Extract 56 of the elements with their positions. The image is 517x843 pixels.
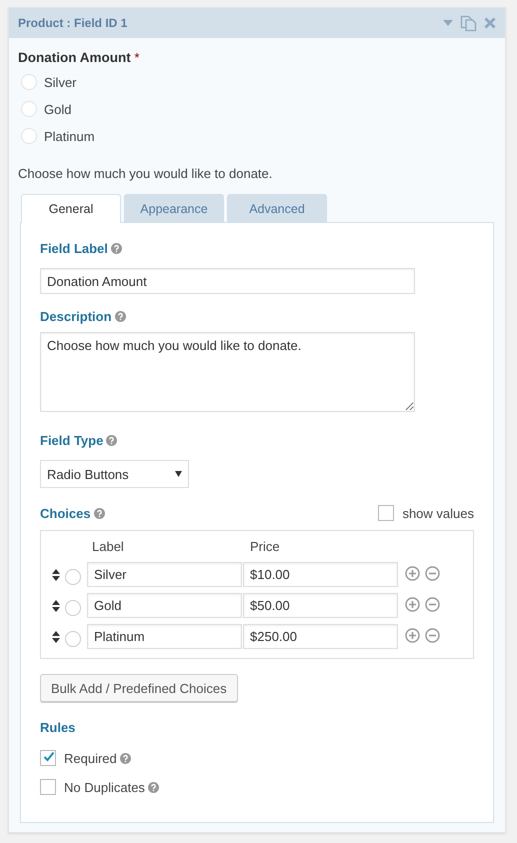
help-icon[interactable] [120, 752, 131, 764]
text-area[interactable]: Choose how much you would like to donate. [40, 332, 415, 412]
section-label: Field Label [40, 241, 108, 256]
field-title: Donation Amount [18, 50, 131, 65]
caret-down-icon[interactable] [443, 20, 453, 26]
section-label: Rules [40, 720, 76, 735]
checkbox-label: show values [402, 506, 474, 520]
sort-icon[interactable] [52, 630, 60, 642]
price-field[interactable]: $10.00 [243, 562, 398, 587]
tab[interactable]: General [21, 194, 121, 223]
column-header: Label [92, 538, 125, 554]
help-icon[interactable] [106, 435, 118, 446]
panel-title: Product : Field ID 1 [18, 16, 128, 30]
sort-icon[interactable] [52, 568, 60, 580]
help-icon[interactable] [148, 782, 159, 792]
checkbox[interactable] [40, 750, 56, 766]
select-field[interactable]: Radio Buttons [40, 460, 189, 488]
checkbox[interactable] [40, 779, 56, 795]
option-label: Platinum [44, 128, 95, 144]
remove-icon[interactable] [425, 628, 440, 643]
radio-button[interactable] [65, 568, 81, 584]
radio-button[interactable] [21, 128, 37, 144]
add-icon[interactable] [405, 597, 420, 612]
copy-icon[interactable] [460, 14, 477, 32]
radio-button[interactable] [65, 600, 81, 616]
checkbox-label: No Duplicates [64, 780, 145, 794]
checkbox[interactable] [378, 505, 394, 521]
price-field[interactable]: $50.00 [243, 593, 398, 618]
close-icon[interactable] [484, 17, 496, 29]
remove-icon[interactable] [425, 597, 440, 612]
option-label: Gold [44, 102, 72, 116]
radio-button[interactable] [65, 630, 81, 646]
radio-button[interactable] [21, 101, 37, 117]
remove-icon[interactable] [425, 566, 440, 581]
price-field[interactable]: $250.00 [243, 624, 398, 649]
sort-icon[interactable] [52, 600, 60, 612]
radio-button[interactable] [21, 74, 37, 90]
choice-label-field[interactable]: Silver [87, 562, 242, 587]
help-icon[interactable] [110, 243, 122, 254]
section-label: Field Type [40, 433, 104, 448]
required-mark: * [134, 50, 140, 65]
help-icon[interactable] [114, 311, 126, 322]
caret-icon [175, 471, 182, 477]
help-icon[interactable] [94, 508, 105, 518]
field-description: Choose how much you would like to donate. [18, 166, 274, 181]
section-label: Choices [40, 506, 91, 520]
add-icon[interactable] [405, 566, 420, 581]
option-label: Silver [44, 74, 77, 90]
section-label: Description [40, 309, 112, 324]
bulk-add-button[interactable]: Bulk Add / Predefined Choices [40, 674, 238, 702]
text-field[interactable]: Donation Amount [40, 268, 415, 294]
choice-label-field[interactable]: Gold [87, 593, 242, 618]
choice-label-field[interactable]: Platinum [87, 624, 242, 649]
add-icon[interactable] [405, 628, 420, 643]
checkbox-label: Required [64, 750, 117, 766]
column-header: Price [250, 538, 280, 554]
